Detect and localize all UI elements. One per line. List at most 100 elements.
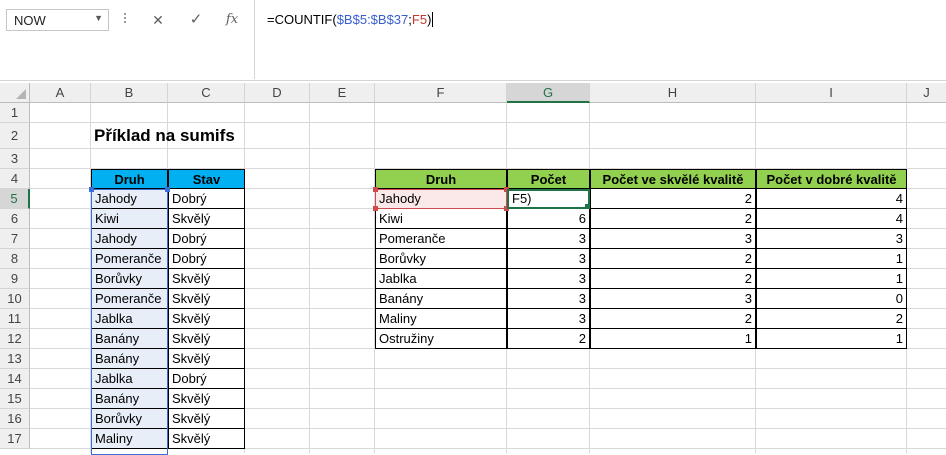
column-header-j[interactable]: J [907, 83, 946, 103]
left-table-cell[interactable]: Skvělý [168, 209, 245, 229]
left-table-cell[interactable]: Skvělý [168, 429, 245, 449]
right-table-cell[interactable]: 2 [590, 269, 756, 289]
column-header-a[interactable]: A [30, 83, 91, 103]
right-table-cell[interactable]: 3 [507, 289, 590, 309]
cancel-icon[interactable]: ✕ [145, 10, 171, 30]
right-table-cell[interactable]: 6 [507, 209, 590, 229]
name-box-dropdown-icon[interactable]: ▼ [94, 13, 103, 23]
left-table-cell[interactable]: Borůvky [91, 269, 168, 289]
left-table-header-stav[interactable]: Stav [168, 169, 245, 189]
column-header-i[interactable]: I [756, 83, 907, 103]
left-table-cell[interactable]: Skvělý [168, 409, 245, 429]
column-header-e[interactable]: E [310, 83, 375, 103]
right-table-cell[interactable]: 3 [507, 229, 590, 249]
right-table-cell[interactable]: 4 [756, 189, 907, 209]
row-header-11[interactable]: 11 [0, 309, 30, 329]
left-table-cell[interactable]: Banány [91, 349, 168, 369]
row-header-1[interactable]: 1 [0, 103, 30, 123]
select-all-icon[interactable] [16, 89, 26, 99]
right-table-cell[interactable]: 3 [507, 269, 590, 289]
row-header-6[interactable]: 6 [0, 209, 30, 229]
left-table-cell[interactable]: Dobrý [168, 189, 245, 209]
left-table-cell[interactable]: Skvělý [168, 269, 245, 289]
left-table-cell[interactable]: Banány [91, 389, 168, 409]
row-header-2[interactable]: 2 [0, 123, 30, 149]
formula-input[interactable]: =COUNTIF($B$5:$B$37;F5) [254, 0, 946, 79]
left-table-cell[interactable]: Maliny [91, 429, 168, 449]
right-table-cell[interactable]: Banány [375, 289, 507, 309]
left-table-cell[interactable]: Dobrý [168, 229, 245, 249]
left-table-cell[interactable]: Borůvky [91, 409, 168, 429]
formula-bar-grip-icon[interactable] [124, 11, 127, 29]
row-header-5[interactable]: 5 [0, 189, 30, 209]
column-header-c[interactable]: C [168, 83, 245, 103]
left-table-cell[interactable]: Skvělý [168, 349, 245, 369]
spreadsheet-grid[interactable]: A B C D E F G H I J 1 2 3 4 5 6 7 8 9 10 11 12 13 14 15 16 17 Příkl… [0, 83, 946, 455]
left-table-cell[interactable]: Jablka [91, 309, 168, 329]
left-table-cell[interactable]: Jablka [91, 369, 168, 389]
right-table-header-0[interactable]: Druh [375, 169, 507, 189]
right-table-cell[interactable]: 2 [590, 209, 756, 229]
column-header-g[interactable]: G [507, 83, 590, 103]
left-table-cell[interactable]: Jahody [91, 229, 168, 249]
right-table-cell[interactable]: 3 [507, 309, 590, 329]
enter-check-icon[interactable]: ✓ [183, 10, 209, 30]
right-table-cell[interactable]: 2 [590, 309, 756, 329]
column-header-f[interactable]: F [375, 83, 507, 103]
right-table-cell[interactable]: Pomeranče [375, 229, 507, 249]
left-table-cell[interactable]: Pomeranče [91, 249, 168, 269]
right-table-cell[interactable]: 3 [507, 249, 590, 269]
right-table-cell[interactable]: Jahody [375, 189, 507, 209]
right-table-cell[interactable]: Maliny [375, 309, 507, 329]
left-table-header-druh[interactable]: Druh [91, 169, 168, 189]
name-box[interactable]: NOW ▼ [6, 9, 109, 31]
column-header-b[interactable]: B [91, 83, 168, 103]
left-table-cell[interactable]: Kiwi [91, 209, 168, 229]
row-header-4[interactable]: 4 [0, 169, 30, 189]
right-table-cell[interactable]: 1 [590, 329, 756, 349]
insert-function-icon[interactable]: fx [219, 10, 245, 30]
row-header-7[interactable]: 7 [0, 229, 30, 249]
left-table-cell[interactable]: Skvělý [168, 389, 245, 409]
select-all-corner[interactable] [0, 83, 30, 103]
right-table-cell[interactable]: 3 [756, 229, 907, 249]
left-table-cell[interactable]: Banány [91, 329, 168, 349]
right-table-header-2[interactable]: Počet ve skvělé kvalitě [590, 169, 756, 189]
right-table-cell[interactable]: 0 [756, 289, 907, 309]
right-table-cell[interactable]: 1 [756, 329, 907, 349]
left-table-cell[interactable]: Dobrý [168, 249, 245, 269]
row-header-17[interactable]: 17 [0, 429, 30, 449]
right-table-cell[interactable]: 2 [590, 189, 756, 209]
fill-handle[interactable] [584, 203, 588, 207]
column-header-h[interactable]: H [590, 83, 756, 103]
right-table-cell[interactable]: 1 [756, 269, 907, 289]
right-table-header-1[interactable]: Počet [507, 169, 590, 189]
column-header-d[interactable]: D [245, 83, 310, 103]
left-table-cell[interactable]: Skvělý [168, 309, 245, 329]
right-table-cell[interactable]: Ostružiny [375, 329, 507, 349]
right-table-cell[interactable]: 4 [756, 209, 907, 229]
right-table-cell[interactable]: Kiwi [375, 209, 507, 229]
right-table-cell[interactable]: 1 [756, 249, 907, 269]
row-header-8[interactable]: 8 [0, 249, 30, 269]
right-table-cell[interactable]: 2 [590, 249, 756, 269]
row-header-16[interactable]: 16 [0, 409, 30, 429]
row-header-10[interactable]: 10 [0, 289, 30, 309]
left-table-cell[interactable]: Dobrý [168, 369, 245, 389]
right-table-cell[interactable]: 3 [590, 289, 756, 309]
left-table-cell[interactable]: Skvělý [168, 289, 245, 309]
right-table-cell[interactable]: 2 [507, 329, 590, 349]
row-header-15[interactable]: 15 [0, 389, 30, 409]
left-table-cell[interactable]: Pomeranče [91, 289, 168, 309]
right-table-cell[interactable]: 2 [756, 309, 907, 329]
right-table-cell[interactable]: Jablka [375, 269, 507, 289]
left-table-cell[interactable]: Jahody [91, 189, 168, 209]
row-header-14[interactable]: 14 [0, 369, 30, 389]
row-header-3[interactable]: 3 [0, 149, 30, 169]
row-header-12[interactable]: 12 [0, 329, 30, 349]
right-table-cell[interactable]: Borůvky [375, 249, 507, 269]
active-cell-g5[interactable]: F5) [507, 189, 590, 209]
left-table-cell[interactable]: Skvělý [168, 329, 245, 349]
right-table-cell[interactable]: 3 [590, 229, 756, 249]
row-header-13[interactable]: 13 [0, 349, 30, 369]
